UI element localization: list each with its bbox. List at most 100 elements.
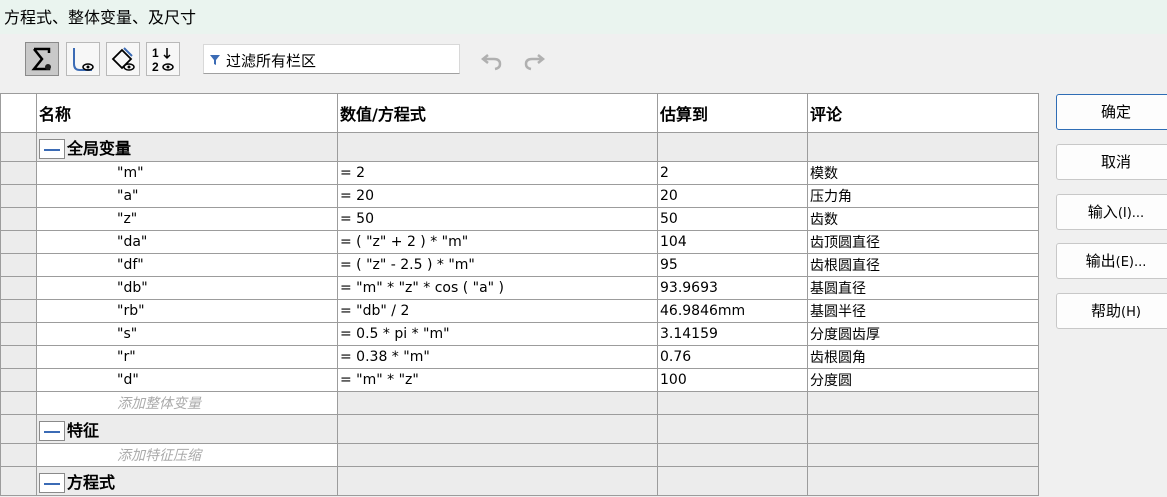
value-cell[interactable]: = "db" / 2 — [337, 299, 658, 323]
comment-cell[interactable]: 模数 — [807, 161, 1039, 185]
equation-view-button[interactable] — [25, 42, 59, 76]
row-selector[interactable] — [0, 391, 37, 415]
table-row[interactable]: "df" = ( "z" - 2.5 ) * "m" 95 齿根圆直径 — [0, 253, 1039, 277]
help-label: 帮助 — [1091, 302, 1122, 320]
ok-button[interactable]: 确定 — [1056, 94, 1167, 130]
value-cell[interactable]: = 20 — [337, 184, 658, 208]
table-row[interactable]: "a" = 20 20 压力角 — [0, 184, 1039, 208]
collapse-icon[interactable] — [39, 139, 65, 160]
comment-cell[interactable]: 齿根圆直径 — [807, 253, 1039, 277]
variable-name-cell[interactable]: "rb" — [36, 299, 338, 323]
row-selector[interactable] — [0, 322, 37, 346]
cancel-button[interactable]: 取消 — [1056, 144, 1167, 180]
row-selector[interactable] — [0, 253, 37, 277]
collapse-icon[interactable] — [39, 421, 65, 442]
variable-name-cell[interactable]: "s" — [36, 322, 338, 346]
row-selector[interactable] — [0, 443, 37, 467]
title-bar: 方程式、整体变量、及尺寸 — [0, 0, 1167, 34]
row-selector[interactable] — [0, 299, 37, 323]
row-selector[interactable] — [0, 466, 37, 496]
row-selector[interactable] — [0, 414, 37, 444]
filter-input[interactable]: 过滤所有栏区 — [203, 44, 460, 74]
table-row[interactable]: "d" = "m" * "z" 100 分度圆 — [0, 368, 1039, 392]
sketch-equation-view-button[interactable] — [106, 42, 140, 76]
variable-name-cell[interactable]: "m" — [36, 161, 338, 185]
table-row[interactable]: "rb" = "db" / 2 46.9846mm 基圆半径 — [0, 299, 1039, 323]
comment-cell[interactable]: 分度圆齿厚 — [807, 322, 1039, 346]
row-selector[interactable] — [0, 207, 37, 231]
table-row[interactable]: "s" = 0.5 * pi * "m" 3.14159 分度圆齿厚 — [0, 322, 1039, 346]
eval-cell: 46.9846mm — [657, 299, 808, 323]
value-cell[interactable]: = 2 — [337, 161, 658, 185]
group-header[interactable]: 全局变量 — [36, 132, 338, 162]
comment-cell[interactable]: 齿数 — [807, 207, 1039, 231]
table-cell — [657, 466, 808, 496]
row-selector[interactable] — [0, 132, 37, 162]
value-cell[interactable]: = 50 — [337, 207, 658, 231]
variable-name-cell[interactable]: "db" — [36, 276, 338, 300]
variable-name-cell[interactable]: "d" — [36, 368, 338, 392]
comment-cell[interactable]: 齿顶圆直径 — [807, 230, 1039, 254]
table-row[interactable]: "z" = 50 50 齿数 — [0, 207, 1039, 231]
ordered-view-icon: 1 2 — [152, 46, 174, 74]
comment-cell[interactable]: 齿根圆角 — [807, 345, 1039, 369]
add-global-variable-row[interactable]: 添加整体变量 — [0, 391, 1039, 415]
table-row[interactable]: "m" = 2 2 模数 — [0, 161, 1039, 185]
redo-icon[interactable] — [522, 48, 546, 72]
ok-label: 确定 — [1100, 103, 1131, 121]
table-row[interactable]: "db" = "m" * "z" * cos ( "a" ) 93.9693 基… — [0, 276, 1039, 300]
table-cell — [807, 132, 1039, 162]
toolbar: 1 2 过滤所有栏区 — [0, 34, 1167, 92]
filter-icon — [210, 55, 220, 65]
import-shortcut: (I)... — [1117, 206, 1145, 221]
group-header[interactable]: 特征 — [36, 414, 338, 444]
value-cell[interactable]: = "m" * "z" * cos ( "a" ) — [337, 276, 658, 300]
cancel-label: 取消 — [1100, 153, 1131, 171]
table-row[interactable]: "da" = ( "z" + 2 ) * "m" 104 齿顶圆直径 — [0, 230, 1039, 254]
row-selector[interactable] — [0, 184, 37, 208]
column-header-comment[interactable]: 评论 — [807, 93, 1039, 133]
group-header[interactable]: 方程式 — [36, 466, 338, 496]
row-selector[interactable] — [0, 161, 37, 185]
export-label: 输出 — [1085, 252, 1116, 270]
comment-cell[interactable]: 分度圆 — [807, 368, 1039, 392]
ordered-view-button[interactable]: 1 2 — [146, 42, 180, 76]
comment-cell[interactable]: 基圆半径 — [807, 299, 1039, 323]
variable-name-cell[interactable]: "z" — [36, 207, 338, 231]
export-button[interactable]: 输出(E)... — [1056, 243, 1167, 279]
collapse-icon[interactable] — [39, 473, 65, 494]
column-header-value[interactable]: 数值/方程式 — [337, 93, 658, 133]
table-header: 名称 数值/方程式 估算到 评论 — [0, 93, 1039, 133]
comment-cell[interactable]: 基圆直径 — [807, 276, 1039, 300]
value-cell[interactable]: = ( "z" - 2.5 ) * "m" — [337, 253, 658, 277]
add-feature-suppression-placeholder[interactable]: 添加特征压缩 — [36, 443, 338, 467]
dimension-view-icon — [73, 48, 94, 71]
eval-cell: 100 — [657, 368, 808, 392]
comment-cell[interactable]: 压力角 — [807, 184, 1039, 208]
row-selector[interactable] — [0, 93, 37, 133]
import-button[interactable]: 输入(I)... — [1056, 194, 1167, 230]
undo-icon[interactable] — [480, 48, 504, 72]
row-selector[interactable] — [0, 230, 37, 254]
group-label: 特征 — [67, 420, 100, 440]
table-row[interactable]: "r" = 0.38 * "m" 0.76 齿根圆角 — [0, 345, 1039, 369]
row-selector[interactable] — [0, 276, 37, 300]
table-cell — [807, 443, 1039, 467]
variable-name-cell[interactable]: "r" — [36, 345, 338, 369]
value-cell[interactable]: = 0.5 * pi * "m" — [337, 322, 658, 346]
value-cell[interactable]: = 0.38 * "m" — [337, 345, 658, 369]
table-cell — [337, 132, 658, 162]
column-header-name[interactable]: 名称 — [36, 93, 338, 133]
help-button[interactable]: 帮助(H) — [1056, 293, 1167, 329]
variable-name-cell[interactable]: "da" — [36, 230, 338, 254]
row-selector[interactable] — [0, 368, 37, 392]
add-feature-suppression-row[interactable]: 添加特征压缩 — [0, 443, 1039, 467]
column-header-eval[interactable]: 估算到 — [657, 93, 808, 133]
value-cell[interactable]: = "m" * "z" — [337, 368, 658, 392]
add-global-variable-placeholder[interactable]: 添加整体变量 — [36, 391, 338, 415]
variable-name-cell[interactable]: "a" — [36, 184, 338, 208]
dimension-view-button[interactable] — [66, 42, 100, 76]
value-cell[interactable]: = ( "z" + 2 ) * "m" — [337, 230, 658, 254]
row-selector[interactable] — [0, 345, 37, 369]
variable-name-cell[interactable]: "df" — [36, 253, 338, 277]
